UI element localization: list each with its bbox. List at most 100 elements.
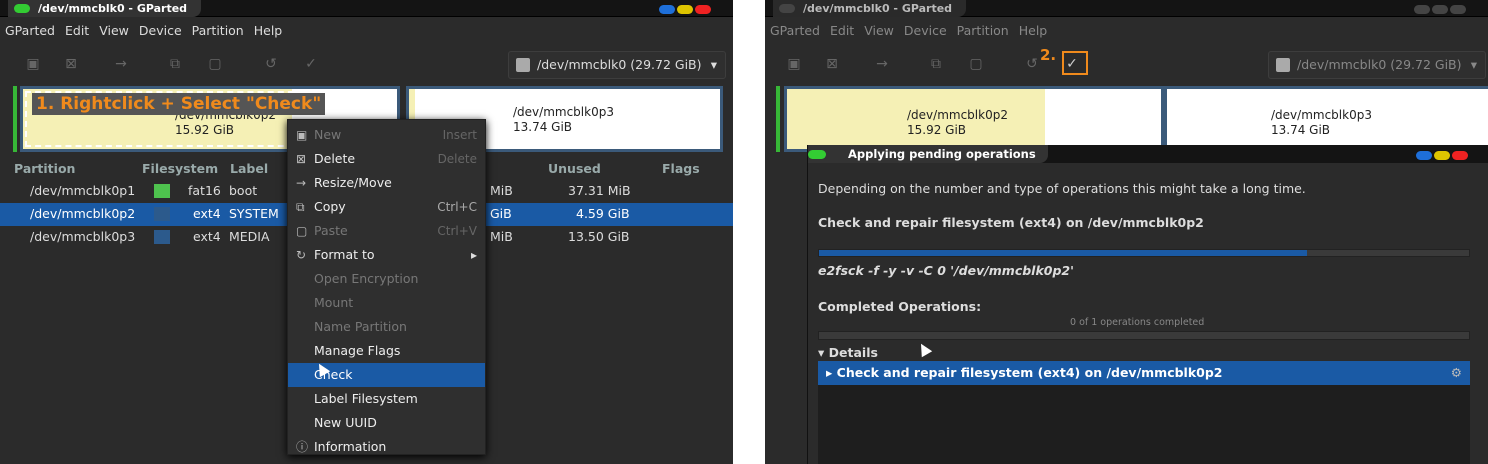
menu-view[interactable]: View	[859, 18, 899, 44]
menu-item-manage-flags[interactable]: Manage Flags	[288, 339, 485, 363]
menu-item-new-uuid[interactable]: New UUID	[288, 411, 485, 435]
resize-icon[interactable]: →	[873, 55, 891, 73]
window-title-tab: /dev/mmcblk0 - GParted	[8, 0, 202, 17]
menu-item-shortcut: Ctrl+C	[437, 200, 477, 214]
partition-p3-block[interactable]: /dev/mmcblk0p3 13.74 GiB	[1164, 86, 1488, 152]
device-selector[interactable]: /dev/mmcblk0 (29.72 GiB) ▾	[508, 51, 726, 79]
new-icon: ▣	[296, 128, 308, 142]
menu-help[interactable]: Help	[1014, 18, 1053, 44]
menu-partition[interactable]: Partition	[952, 18, 1014, 44]
menu-item-label: Copy	[314, 199, 346, 214]
chevron-down-icon: ▾	[710, 57, 717, 72]
apply-icon[interactable]: ✓	[302, 55, 320, 73]
undo-icon[interactable]: ↺	[262, 55, 280, 73]
new-icon[interactable]: ▣	[785, 55, 803, 73]
window-close-icon[interactable]	[695, 5, 711, 14]
menu-view[interactable]: View	[94, 18, 134, 44]
fs-color-swatch	[154, 230, 170, 244]
operation-progress-fill	[819, 250, 1307, 256]
paste-icon[interactable]: ▢	[206, 55, 224, 73]
window-minimize-icon[interactable]	[659, 5, 675, 14]
current-command: e2fsck -f -y -v -C 0 '/dev/mmcblk0p2'	[818, 263, 1074, 278]
menu-device[interactable]: Device	[899, 18, 952, 44]
window-title: /dev/mmcblk0 - GParted	[38, 2, 188, 15]
cell-label: boot	[229, 183, 258, 198]
copy-icon[interactable]: ⧉	[927, 55, 945, 73]
window-status-icon	[14, 4, 30, 13]
menu-device[interactable]: Device	[134, 18, 187, 44]
device-selector[interactable]: /dev/mmcblk0 (29.72 GiB) ▾	[1268, 51, 1486, 79]
partition-p1-bar[interactable]	[776, 86, 780, 152]
window-minimize-icon[interactable]	[1414, 5, 1430, 14]
menu-partition[interactable]: Partition	[187, 18, 249, 44]
dialog-maximize-icon[interactable]	[1434, 151, 1450, 160]
partition-p2-name: /dev/mmcblk0p2	[907, 108, 1008, 122]
menu-item-label-filesystem[interactable]: Label Filesystem	[288, 387, 485, 411]
delete-icon: ⊠	[296, 152, 307, 166]
col-partition[interactable]: Partition	[14, 161, 75, 176]
col-unused[interactable]: Unused	[548, 161, 601, 176]
left-screenshot: /dev/mmcblk0 - GParted GParted Edit View De…	[0, 0, 733, 464]
context-menu: ▣ New Insert ⊠ Delete Delete → Resize/Move ⧉ C…	[287, 119, 486, 455]
details-expander[interactable]: ▾ Details	[818, 345, 878, 360]
dialog-window-controls[interactable]	[1414, 149, 1484, 160]
menu-item-label: Format to	[314, 247, 375, 262]
menu-item-label: New	[314, 127, 342, 142]
resize-icon[interactable]: →	[112, 55, 130, 73]
window-controls[interactable]	[657, 3, 727, 14]
menu-item-resize[interactable]: → Resize/Move	[288, 171, 485, 195]
cell-partition: /dev/mmcblk0p3	[30, 229, 136, 244]
toolbar: ▣ ⊠ → ⧉ ▢ ↺ ✓ /dev/mmcblk0 (29.72 GiB) ▾	[765, 46, 1488, 84]
apply-operations-dialog: Applying pending operations Depending on…	[807, 145, 1488, 464]
annotation-step1: 1. Rightclick + Select "Check"	[32, 93, 326, 115]
dialog-close-icon[interactable]	[1452, 151, 1468, 160]
disk-icon	[516, 58, 530, 72]
cell-unused: 37.31 MiB	[568, 183, 631, 198]
completed-label: Completed Operations:	[818, 299, 982, 314]
menu-gparted[interactable]: GParted	[765, 18, 825, 44]
menu-gparted[interactable]: GParted	[0, 18, 60, 44]
col-label[interactable]: Label	[230, 161, 268, 176]
window-maximize-icon[interactable]	[677, 5, 693, 14]
menu-item-delete[interactable]: ⊠ Delete Delete	[288, 147, 485, 171]
paste-icon: ▢	[296, 224, 308, 238]
delete-icon[interactable]: ⊠	[823, 55, 841, 73]
format-icon: ↻	[296, 248, 307, 262]
partition-p1-bar[interactable]	[13, 86, 17, 152]
menu-item-new[interactable]: ▣ New Insert	[288, 123, 485, 147]
menu-item-format[interactable]: ↻ Format to ▸	[288, 243, 485, 267]
cell-fs: ext4	[193, 229, 221, 244]
menu-edit[interactable]: Edit	[60, 18, 94, 44]
delete-icon[interactable]: ⊠	[62, 55, 80, 73]
copy-icon[interactable]: ⧉	[166, 55, 184, 73]
col-flags[interactable]: Flags	[662, 161, 700, 176]
col-filesystem[interactable]: Filesystem	[142, 161, 218, 176]
window-controls[interactable]	[1412, 3, 1482, 14]
mouse-cursor-icon	[915, 340, 933, 358]
window-close-icon[interactable]	[1450, 5, 1466, 14]
dialog-minimize-icon[interactable]	[1416, 151, 1432, 160]
menu-item-label: Delete	[314, 151, 356, 166]
paste-icon[interactable]: ▢	[967, 55, 985, 73]
menu-item-open-encryption[interactable]: Open Encryption	[288, 267, 485, 291]
cell-used: MiB	[490, 183, 513, 198]
undo-icon[interactable]: ↺	[1023, 55, 1041, 73]
menu-item-shortcut: Ctrl+V	[437, 224, 477, 238]
menu-help[interactable]: Help	[249, 18, 288, 44]
details-operation-row[interactable]: ▸ Check and repair filesystem (ext4) on …	[818, 361, 1470, 385]
menu-item-mount[interactable]: Mount	[288, 291, 485, 315]
menu-item-paste[interactable]: ▢ Paste Ctrl+V	[288, 219, 485, 243]
operation-progress-bar	[818, 249, 1470, 257]
menu-edit[interactable]: Edit	[825, 18, 859, 44]
menu-item-name-partition[interactable]: Name Partition	[288, 315, 485, 339]
menu-item-information[interactable]: ⓘ Information	[288, 435, 485, 459]
partition-p2-block[interactable]: /dev/mmcblk0p2 15.92 GiB	[784, 86, 1164, 152]
menu-item-copy[interactable]: ⧉ Copy Ctrl+C	[288, 195, 485, 219]
toolbar: ▣ ⊠ → ⧉ ▢ ↺ ✓ /dev/mmcblk0 (29.72 GiB) ▾	[0, 46, 733, 84]
partition-p3-name: /dev/mmcblk0p3	[513, 105, 614, 119]
partition-map: /dev/mmcblk0p2 15.92 GiB /dev/mmcblk0p3 …	[774, 86, 1488, 152]
new-icon[interactable]: ▣	[24, 55, 42, 73]
menu-item-label: Paste	[314, 223, 348, 238]
window-title: /dev/mmcblk0 - GParted	[803, 2, 953, 15]
window-maximize-icon[interactable]	[1432, 5, 1448, 14]
